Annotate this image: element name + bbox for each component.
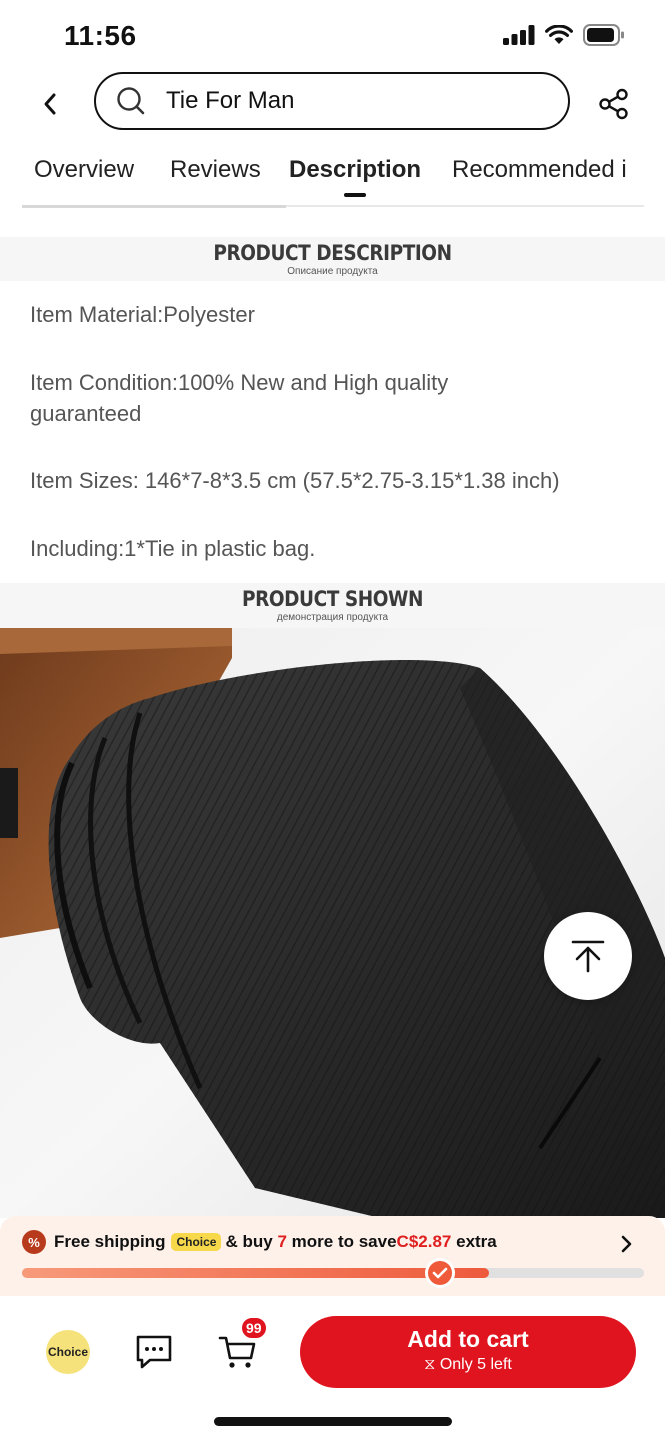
active-tab-indicator <box>344 193 366 197</box>
add-to-cart-label: Add to cart <box>407 1326 529 1352</box>
extra-suffix: extra <box>456 1232 497 1251</box>
share-icon <box>599 88 628 120</box>
back-button[interactable] <box>30 84 70 124</box>
shown-banner: PRODUCT SHOWN демонстрация продукта <box>0 583 665 628</box>
tab-recommended[interactable]: Recommended i <box>452 156 627 184</box>
home-indicator <box>214 1417 452 1426</box>
description-banner-subtitle: Описание продукта <box>287 266 378 277</box>
search-input[interactable]: Tie For Man <box>94 72 570 130</box>
tab-description[interactable]: Description <box>289 156 421 184</box>
chat-button[interactable] <box>134 1332 174 1372</box>
status-icons <box>503 24 625 46</box>
tabs-scroll-indicator <box>22 205 286 208</box>
share-button[interactable] <box>594 84 634 124</box>
arrow-up-to-top-icon <box>571 940 605 973</box>
save-amount: C$2.87 <box>396 1232 452 1251</box>
description-banner-title: PRODUCT DESCRIPTION <box>213 241 452 265</box>
shipping-progress-fill <box>22 1268 489 1278</box>
item-sizes: Item Sizes: 146*7-8*3.5 cm (57.5*2.75-3.… <box>30 468 560 493</box>
buy-prefix: & buy <box>225 1232 273 1251</box>
progress-check-icon <box>424 1258 455 1288</box>
discount-badge-icon: % <box>22 1230 46 1254</box>
item-count: 7 <box>277 1232 287 1251</box>
status-bar: 11:56 <box>0 0 665 72</box>
shown-banner-title: PRODUCT SHOWN <box>241 587 424 611</box>
cart-count-badge: 99 <box>240 1316 268 1340</box>
free-shipping-promo[interactable]: % Free shipping Choice & buy 7 more to s… <box>0 1216 665 1296</box>
choice-label: Choice <box>47 1345 88 1359</box>
tab-overview[interactable]: Overview <box>34 156 134 184</box>
free-shipping-label: Free shipping <box>54 1232 166 1251</box>
add-to-cart-button[interactable]: Add to cart ⧖ Only 5 left <box>300 1316 636 1388</box>
more-text: more to save <box>291 1232 397 1251</box>
search-icon <box>117 87 145 115</box>
shown-banner-subtitle: демонстрация продукта <box>276 612 389 623</box>
promo-chevron-icon[interactable] <box>620 1234 634 1259</box>
item-condition: Item Condition:100% New and High quality… <box>30 370 449 426</box>
header: Tie For Man <box>0 72 665 134</box>
shipping-progress-bar <box>22 1268 644 1278</box>
choice-chip: Choice <box>171 1233 222 1251</box>
choice-button[interactable]: Choice <box>46 1330 90 1374</box>
tab-reviews[interactable]: Reviews <box>170 156 261 184</box>
status-time: 11:56 <box>64 20 137 51</box>
chevron-left-icon <box>44 93 56 115</box>
cellular-signal-icon <box>503 25 535 45</box>
battery-icon <box>583 24 624 46</box>
tab-bar: Overview Reviews Description Recommended… <box>0 150 665 208</box>
item-material: Item Material:Polyester <box>30 302 255 327</box>
wifi-icon <box>545 25 573 44</box>
description-banner: PRODUCT DESCRIPTION Описание продукта <box>0 237 665 281</box>
chat-icon <box>136 1335 172 1369</box>
promo-text-row: % Free shipping Choice & buy 7 more to s… <box>22 1230 497 1254</box>
item-including: Including:1*Tie in plastic bag. <box>30 536 316 561</box>
back-to-top-button[interactable] <box>544 912 632 1000</box>
stock-remaining-label: ⧖ Only 5 left <box>424 1356 512 1373</box>
search-query: Tie For Man <box>166 87 295 114</box>
